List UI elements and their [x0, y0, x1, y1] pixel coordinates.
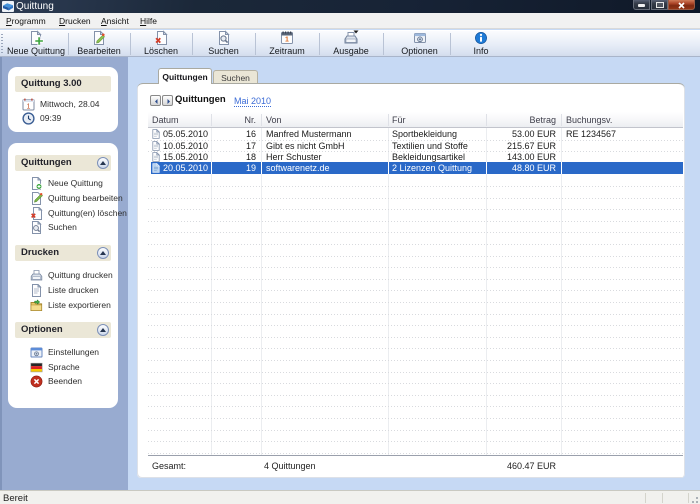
svg-text:1: 1: [285, 37, 289, 44]
svg-text:1: 1: [27, 104, 31, 111]
